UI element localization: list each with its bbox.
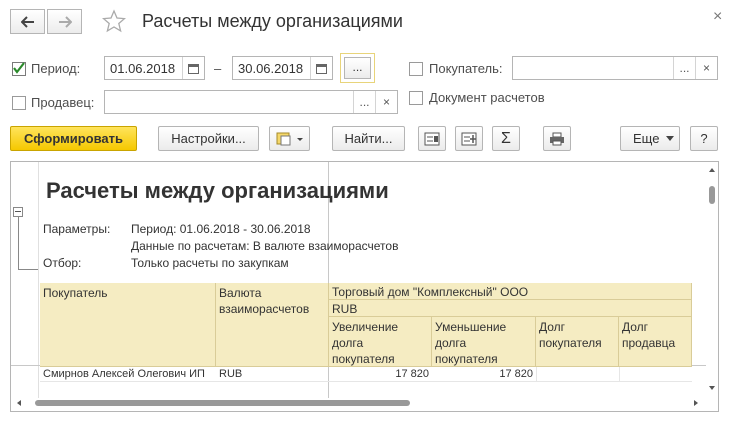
seller-field[interactable]: ... × xyxy=(104,90,398,114)
row-debt-seller xyxy=(619,367,689,381)
date-range-dash: – xyxy=(214,61,222,76)
buyer-field[interactable]: ... × xyxy=(512,56,718,80)
checkmark-icon xyxy=(13,62,25,74)
window-title: Расчеты между организациями xyxy=(142,11,403,31)
header-inc-line3: покупателя xyxy=(332,352,395,366)
chevron-down-icon xyxy=(666,136,675,141)
filter-value: Только расчеты по закупкам xyxy=(131,256,289,270)
report-variant-button[interactable] xyxy=(269,126,310,151)
header-dec-line1: Уменьшение xyxy=(435,320,507,334)
buyer-label: Покупатель: xyxy=(429,61,503,76)
period-select-button[interactable]: ... xyxy=(344,57,371,79)
back-button[interactable] xyxy=(10,9,45,34)
report-variant-icon xyxy=(276,132,303,145)
header-debt-seller-line1: Долг xyxy=(622,320,649,334)
expand-groups-icon xyxy=(461,132,477,145)
collapse-groups-icon xyxy=(424,132,440,145)
calendar-icon[interactable] xyxy=(182,57,204,79)
report-title: Расчеты между организациями xyxy=(46,178,389,203)
buyer-checkbox[interactable] xyxy=(409,62,423,76)
seller-select-button[interactable]: ... xyxy=(353,91,375,113)
period-checkbox[interactable] xyxy=(12,62,26,76)
header-currency-line2: взаиморасчетов xyxy=(219,302,310,316)
generate-button[interactable]: Сформировать xyxy=(10,126,137,151)
grid-line xyxy=(38,162,39,398)
header-currency: Валюта взаиморасчетов xyxy=(216,283,329,367)
seller-label: Продавец: xyxy=(31,95,95,110)
report-area[interactable]: Расчеты между организациями Параметры: П… xyxy=(10,161,719,412)
period-select-frame: ... xyxy=(340,53,375,83)
calendar-icon[interactable] xyxy=(310,57,332,79)
favorite-star-icon[interactable] xyxy=(101,9,127,36)
vertical-scrollbar[interactable] xyxy=(706,164,718,397)
filter-label: Отбор: xyxy=(43,256,82,270)
header-inc-line2: долга xyxy=(332,336,364,350)
more-button-label: Еще xyxy=(633,131,660,146)
header-debt-decrease: Уменьшение долга покупателя xyxy=(432,317,536,367)
buyer-clear-button[interactable]: × xyxy=(695,57,717,79)
sum-button[interactable]: Σ xyxy=(492,126,520,151)
header-debt-buyer: Долг покупателя xyxy=(536,317,619,367)
row-increase: 17 820 xyxy=(395,368,429,380)
header-dec-line3: покупателя xyxy=(435,352,498,366)
print-button[interactable] xyxy=(543,126,571,151)
seller-clear-button[interactable]: × xyxy=(375,91,397,113)
header-dec-line2: долга xyxy=(435,336,467,350)
group-line xyxy=(18,269,38,270)
more-button[interactable]: Еще xyxy=(620,126,680,151)
row-currency: RUB xyxy=(219,368,243,380)
header-debt-increase: Увеличение долга покупателя xyxy=(329,317,432,367)
close-icon[interactable]: × xyxy=(713,8,722,26)
settings-button[interactable]: Настройки... xyxy=(158,126,259,151)
header-inc-line1: Увеличение xyxy=(332,320,399,334)
params-value-2: Данные по расчетам: В валюте взаиморасче… xyxy=(131,239,399,253)
horizontal-scrollbar[interactable] xyxy=(13,397,706,409)
group-line xyxy=(18,217,19,269)
params-value: Период: 01.06.2018 - 30.06.2018 xyxy=(131,222,311,236)
collapse-groups-button[interactable] xyxy=(418,126,446,151)
settlement-doc-label: Документ расчетов xyxy=(429,90,545,105)
printer-icon xyxy=(550,132,564,145)
forward-button[interactable] xyxy=(47,9,82,34)
date-to-field[interactable]: 30.06.2018 xyxy=(232,56,333,80)
settlement-doc-checkbox[interactable] xyxy=(409,91,423,105)
group-collapse-toggle[interactable] xyxy=(13,207,23,217)
header-debt-seller-line2: продавца xyxy=(622,336,676,350)
table-row[interactable]: Смирнов Алексей Олегович ИП RUB 17 820 1… xyxy=(40,367,692,382)
header-currency-line1: Валюта xyxy=(219,286,262,300)
header-debt-seller: Долг продавца xyxy=(619,317,692,367)
date-from-value: 01.06.2018 xyxy=(110,61,176,76)
seller-checkbox[interactable] xyxy=(12,96,26,110)
help-button[interactable]: ? xyxy=(690,126,718,151)
date-to-value: 30.06.2018 xyxy=(238,61,304,76)
row-decrease: 17 820 xyxy=(499,368,533,380)
header-debt-buyer-line1: Долг xyxy=(539,320,566,334)
buyer-select-button[interactable]: ... xyxy=(673,57,695,79)
header-org-currency: RUB xyxy=(329,300,692,317)
expand-groups-button[interactable] xyxy=(455,126,483,151)
row-debt-buyer xyxy=(536,367,616,381)
date-from-field[interactable]: 01.06.2018 xyxy=(104,56,205,80)
params-label: Параметры: xyxy=(43,222,111,236)
row-buyer: Смирнов Алексей Олегович ИП xyxy=(43,368,205,380)
period-label: Период: xyxy=(31,61,81,76)
header-organization: Торговый дом "Комплексный" ООО xyxy=(329,283,692,300)
header-debt-buyer-line2: покупателя xyxy=(539,336,602,350)
arrow-left-icon xyxy=(20,15,34,28)
find-button[interactable]: Найти... xyxy=(332,126,405,151)
arrow-right-icon xyxy=(58,15,72,28)
header-buyer: Покупатель xyxy=(40,283,216,367)
